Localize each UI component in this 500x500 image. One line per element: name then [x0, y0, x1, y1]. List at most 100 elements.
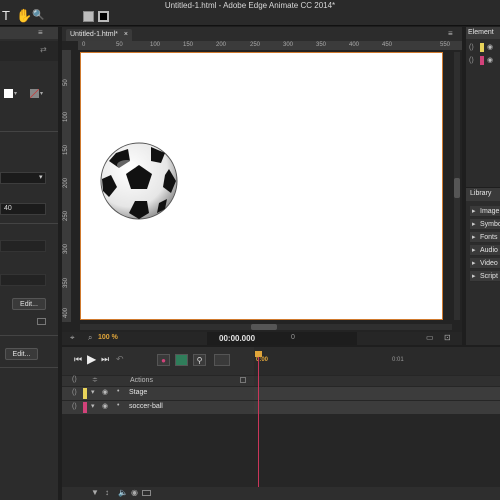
library-item-symbols[interactable]: Symbo: [470, 219, 500, 230]
rewind-icon[interactable]: ⏮: [74, 354, 82, 365]
expand-icon[interactable]: ▾: [91, 388, 95, 396]
library-item-images[interactable]: Image: [470, 206, 500, 217]
divider: [0, 367, 58, 368]
actions-label: Actions: [130, 377, 153, 384]
timeline-panel: ⏮ ▶ ⏭ ↶ ● ⚲ 0:00 0:01 () ≑ Actions () ▾ …: [62, 347, 500, 500]
background-color-swatch[interactable]: [4, 89, 13, 98]
lock-icon[interactable]: (): [72, 403, 77, 410]
library-item-scripts[interactable]: Script: [470, 271, 500, 282]
ruler-tick-label: 250: [63, 210, 69, 221]
horizontal-scrollbar[interactable]: [80, 324, 452, 330]
ruler-tick-label: 400: [349, 42, 360, 48]
ruler-tick-label: 150: [183, 42, 194, 48]
hand-tool-icon[interactable]: ✋: [16, 9, 32, 23]
soccer-ball[interactable]: [99, 141, 179, 221]
lock-icon[interactable]: (): [469, 57, 474, 64]
eye-icon[interactable]: ◉: [102, 388, 108, 396]
divider: [0, 335, 58, 336]
scroll-thumb[interactable]: [454, 178, 460, 198]
ruler-tick-label: 350: [316, 42, 327, 48]
edit-button[interactable]: Edit...: [12, 298, 46, 310]
eye-icon[interactable]: ◉: [487, 43, 493, 51]
lock-icon[interactable]: (): [469, 44, 474, 51]
sort-icon[interactable]: ↕: [105, 488, 109, 497]
library-item-video[interactable]: Video: [470, 258, 500, 269]
eye-icon[interactable]: ◉: [102, 402, 108, 410]
playhead-line[interactable]: [258, 353, 259, 500]
dot-icon[interactable]: •: [117, 388, 119, 395]
eye-icon[interactable]: ◉: [131, 488, 138, 497]
properties-toolbar: [0, 41, 58, 61]
edit-button[interactable]: Edit...: [5, 348, 38, 360]
add-action-icon[interactable]: [240, 377, 246, 383]
audio-icon[interactable]: 🔈: [118, 488, 128, 497]
play-icon[interactable]: ▶: [87, 352, 96, 366]
layer-color-tag: [83, 388, 87, 399]
document-tab[interactable]: Untitled-1.html* ×: [66, 29, 132, 41]
frame-icon[interactable]: ▭: [426, 333, 434, 342]
layer-row-soccer-ball[interactable]: () ▾ ◉ • soccer-ball: [62, 401, 254, 414]
fill-color-swatch[interactable]: [83, 11, 94, 22]
panel-icon[interactable]: [142, 490, 151, 496]
elements-panel-title: Element: [466, 27, 500, 39]
properties-panel: ≡ ⇄ ▾ ▾ ▾ 40 Edit... Edit...: [0, 27, 58, 500]
no-color-swatch[interactable]: [30, 89, 39, 98]
ruler-tick-label: 200: [63, 177, 69, 188]
library-item-fonts[interactable]: Fonts: [470, 232, 500, 243]
link-icon[interactable]: ⇄: [40, 45, 47, 54]
crosshair-icon[interactable]: ⌖: [70, 333, 75, 343]
stroke-color-swatch[interactable]: [98, 11, 109, 22]
track-stage[interactable]: [254, 387, 500, 400]
value-field[interactable]: 40: [0, 203, 46, 215]
undo-icon[interactable]: ↶: [116, 354, 124, 365]
disabled-field: [0, 274, 46, 286]
fast-forward-icon[interactable]: ⏭: [101, 354, 109, 365]
divider: [0, 223, 58, 224]
scroll-thumb[interactable]: [251, 324, 277, 330]
vertical-ruler: 50 100 150 200 250 300 350 400: [62, 50, 71, 322]
ruler-tick-label: 50: [116, 42, 123, 48]
timeline-footer: ▼ ↕ 🔈 ◉: [62, 487, 500, 500]
playhead-handle[interactable]: [255, 351, 262, 357]
ruler-tick-label: 300: [283, 42, 294, 48]
zoom-tool-icon[interactable]: 🔍: [32, 9, 44, 23]
auto-keyframe-icon[interactable]: ●: [157, 354, 170, 366]
ruler-tick-label: 250: [250, 42, 261, 48]
horizontal-ruler: 0 50 100 150 200 250 300 350 400 450 550: [78, 41, 462, 50]
stage-canvas[interactable]: [80, 52, 443, 320]
chevron-down-icon[interactable]: ▾: [14, 90, 17, 97]
filter-icon[interactable]: ▼: [91, 488, 99, 497]
image-icon[interactable]: [37, 318, 46, 325]
panel-menu-icon[interactable]: ≡: [38, 28, 43, 37]
elements-panel: Element () ◉ () ◉: [466, 27, 500, 187]
chevron-down-icon[interactable]: ▾: [40, 90, 43, 97]
stage-color-tag: [480, 43, 484, 52]
text-tool-icon[interactable]: T: [2, 9, 10, 23]
layers-header: () ≑ Actions: [62, 376, 254, 386]
ruler-tick-label: 550: [440, 42, 451, 48]
library-item-audio[interactable]: Audio: [470, 245, 500, 256]
vertical-scrollbar[interactable]: [454, 52, 460, 320]
easing-icon[interactable]: [214, 354, 230, 366]
layer-name: soccer-ball: [129, 403, 163, 410]
layer-row-stage[interactable]: () ▾ ◉ • Stage: [62, 387, 254, 400]
expand-icon[interactable]: ⊡: [444, 333, 451, 342]
zoom-icon[interactable]: ⌕: [88, 333, 92, 343]
panel-menu-icon[interactable]: ≡: [448, 29, 453, 38]
sort-icon[interactable]: ≑: [92, 376, 98, 384]
lock-icon[interactable]: (): [72, 389, 77, 396]
disabled-field: [0, 240, 46, 252]
auto-transition-icon[interactable]: [175, 354, 188, 366]
lock-icon[interactable]: (): [72, 376, 77, 383]
eye-icon[interactable]: ◉: [487, 56, 493, 64]
stage-footer: ⌖ ⌕ 100 % 00:00.000 0 ▭ ⊡: [62, 332, 462, 345]
stage-area: Untitled-1.html* × ≡ 0 50 100 150 200 25…: [62, 27, 462, 345]
close-tab-icon[interactable]: ×: [124, 31, 128, 38]
timecode[interactable]: 00:00.000: [219, 334, 255, 343]
ruler-tick-label: 0: [82, 42, 86, 48]
dot-icon[interactable]: •: [117, 402, 119, 409]
zoom-level[interactable]: 100 %: [98, 334, 118, 341]
track-soccer-ball[interactable]: [254, 401, 500, 414]
expand-icon[interactable]: ▾: [91, 402, 95, 410]
pin-icon[interactable]: ⚲: [193, 354, 206, 366]
